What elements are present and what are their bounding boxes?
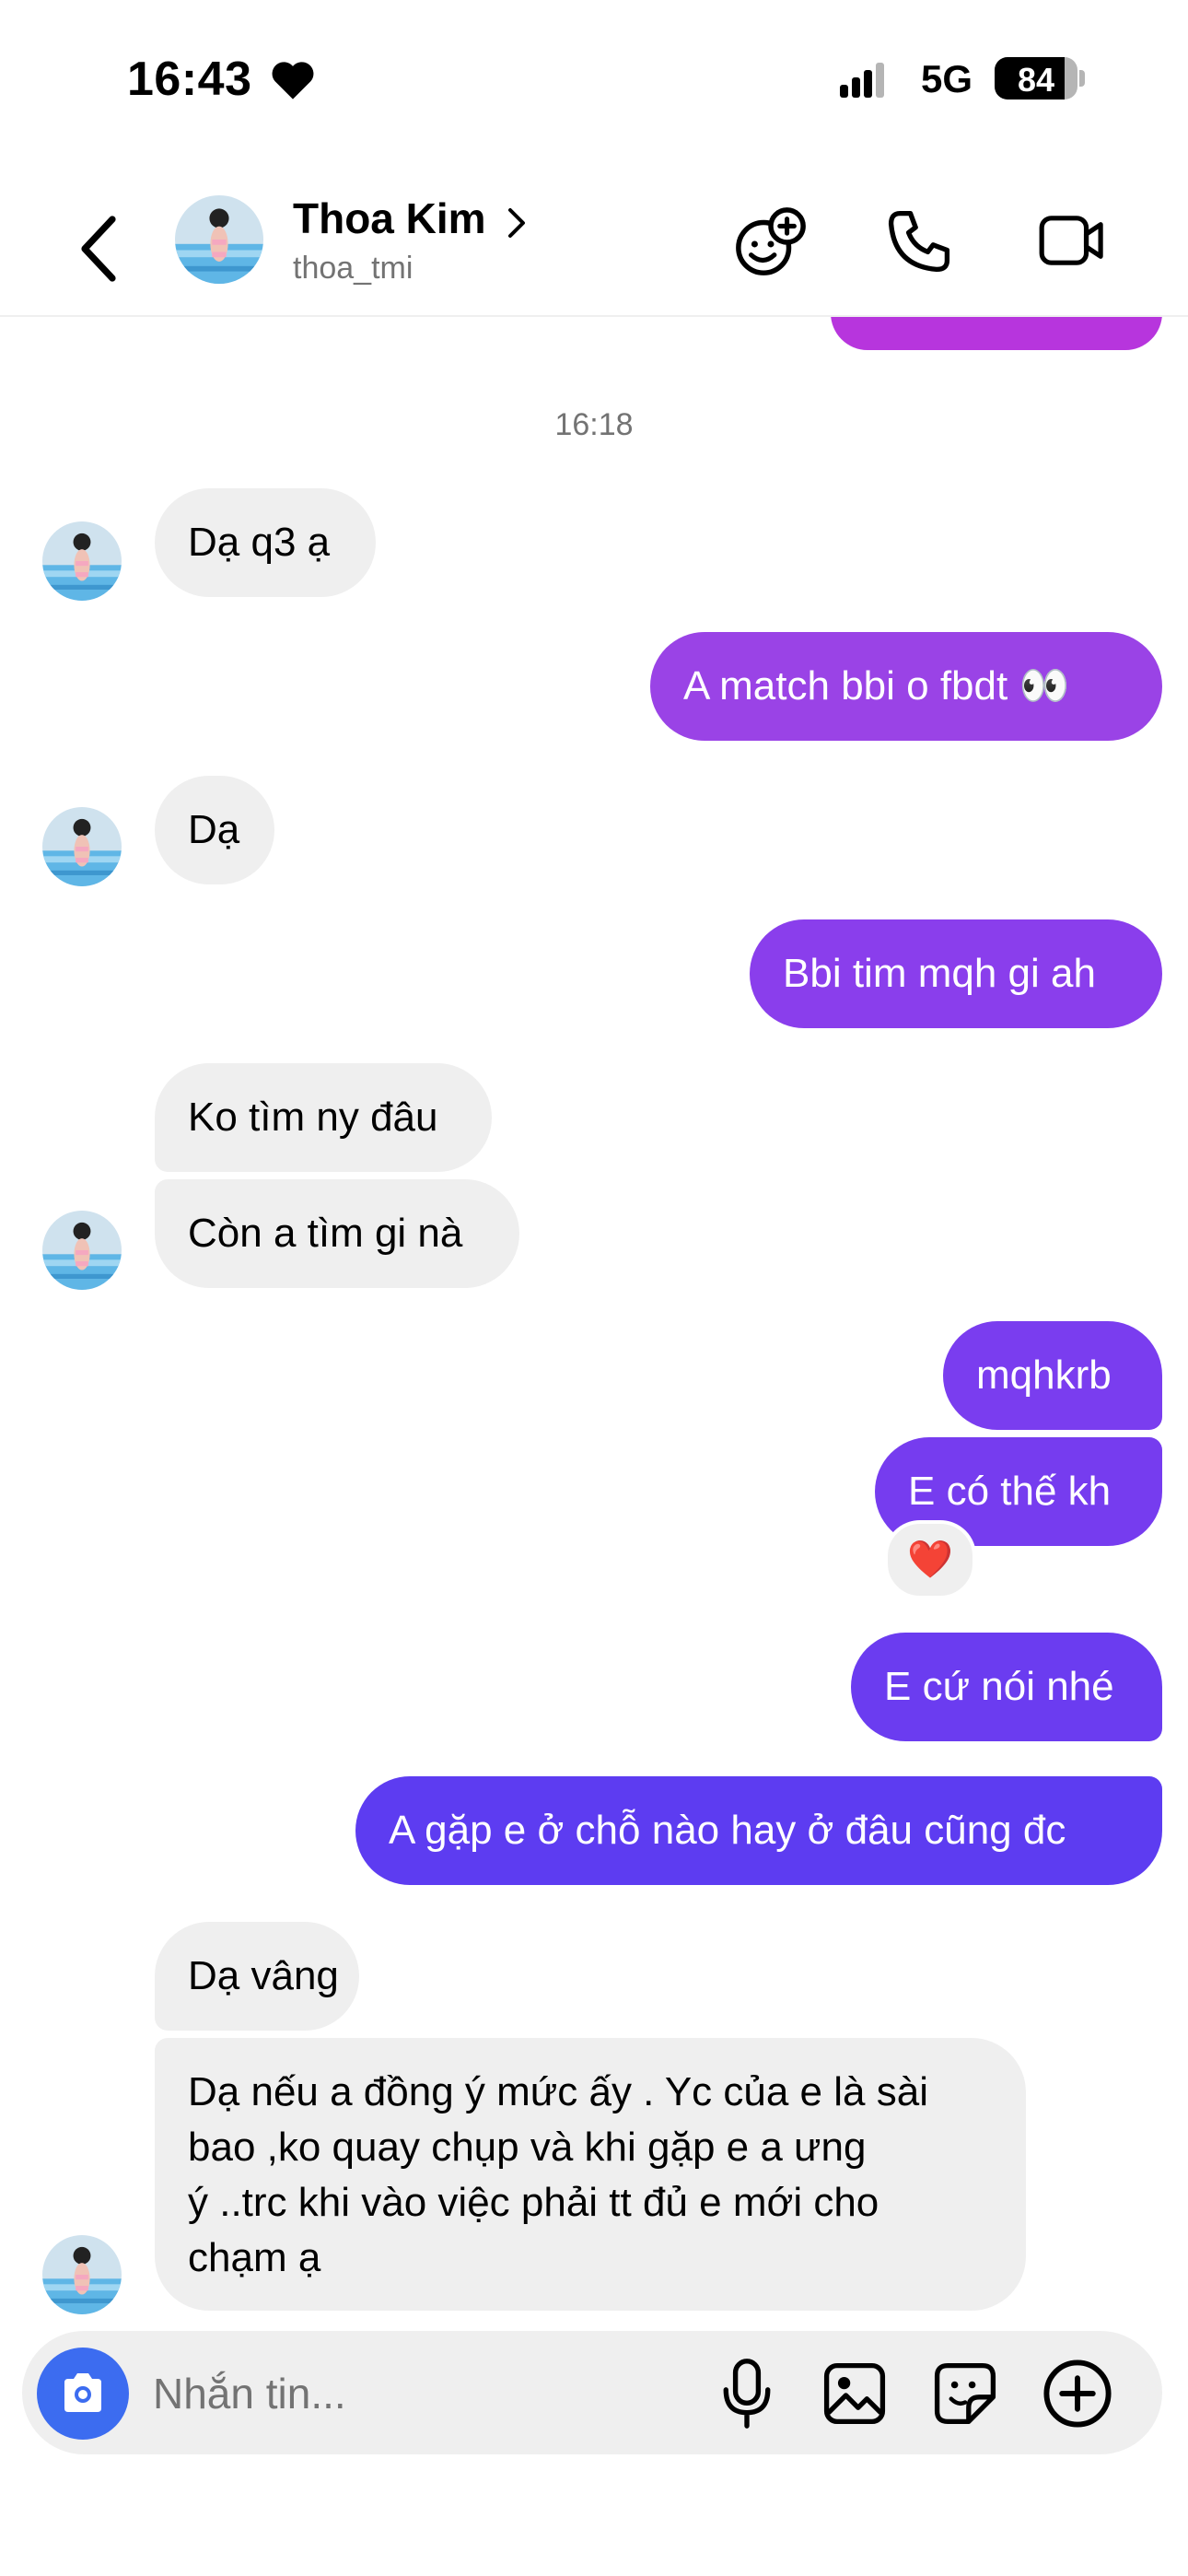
back-arrow-icon[interactable] <box>72 212 127 286</box>
video-camera-icon[interactable] <box>1037 208 1107 273</box>
gallery-icon[interactable] <box>820 2359 890 2429</box>
message-input[interactable] <box>153 2364 669 2423</box>
battery-percent: 84 <box>1017 61 1055 99</box>
camera-icon[interactable] <box>37 2348 129 2440</box>
status-time: 16:43 <box>127 53 252 106</box>
chevron-right-icon[interactable] <box>505 205 529 241</box>
microphone-icon[interactable] <box>718 2355 775 2432</box>
effects-icon[interactable] <box>733 205 809 280</box>
sender-avatar <box>42 2235 122 2314</box>
message-timestamp: 16:18 <box>554 407 634 442</box>
message-line: ý ..trc khi vào việc phải tt đủ e mới ch… <box>188 2180 879 2225</box>
message-bubble-out[interactable]: Bbi tim mqh gi ah <box>750 919 1162 1028</box>
message-bubble-in[interactable]: Dạ vâng <box>155 1922 359 2031</box>
battery-tip <box>1079 70 1085 87</box>
contact-username[interactable]: thoa_tmi <box>293 251 413 287</box>
message-bubble-in[interactable]: Còn a tìm gi nà <box>155 1179 519 1288</box>
message-bubble-out[interactable]: A match bbi o fbdt 👀 <box>650 632 1162 741</box>
message-line: bao ,ko quay chụp và khi gặp e a ưng <box>188 2125 867 2170</box>
message-bubble-in[interactable]: Ko tìm ny đâu <box>155 1063 492 1172</box>
cellular-signal-icon <box>840 63 888 98</box>
heart-icon <box>269 57 317 101</box>
network-type: 5G <box>921 57 973 100</box>
plus-circle-icon[interactable] <box>1039 2355 1116 2432</box>
contact-name[interactable]: Thoa Kim <box>293 193 486 243</box>
sender-avatar <box>42 807 122 886</box>
battery-icon: 84 <box>995 57 1077 100</box>
sender-avatar <box>42 521 122 601</box>
message-bubble-out[interactable]: mqhkrb <box>943 1321 1162 1430</box>
sender-avatar <box>42 1211 122 1290</box>
message-reaction[interactable]: ❤️ <box>884 1520 976 1599</box>
message-bubble-out[interactable]: A gặp e ở chỗ nào hay ở đâu cũng đc <box>355 1776 1162 1885</box>
phone-icon[interactable] <box>884 206 954 276</box>
sticker-icon[interactable] <box>930 2359 1000 2429</box>
message-line: chạm ạ <box>188 2235 321 2280</box>
message-line: Dạ nếu a đồng ý mức ấy . Yc của e là sài <box>188 2069 928 2114</box>
message-bubble-in[interactable]: Dạ q3 ạ <box>155 488 376 597</box>
avatar[interactable] <box>175 195 263 284</box>
message-bubble-out[interactable]: E cứ nói nhé <box>851 1633 1162 1741</box>
message-bubble-in[interactable]: Dạ <box>155 776 274 884</box>
message-bubble-in-multiline[interactable]: Dạ nếu a đồng ý mức ấy . Yc của e là sài… <box>155 2038 1026 2311</box>
